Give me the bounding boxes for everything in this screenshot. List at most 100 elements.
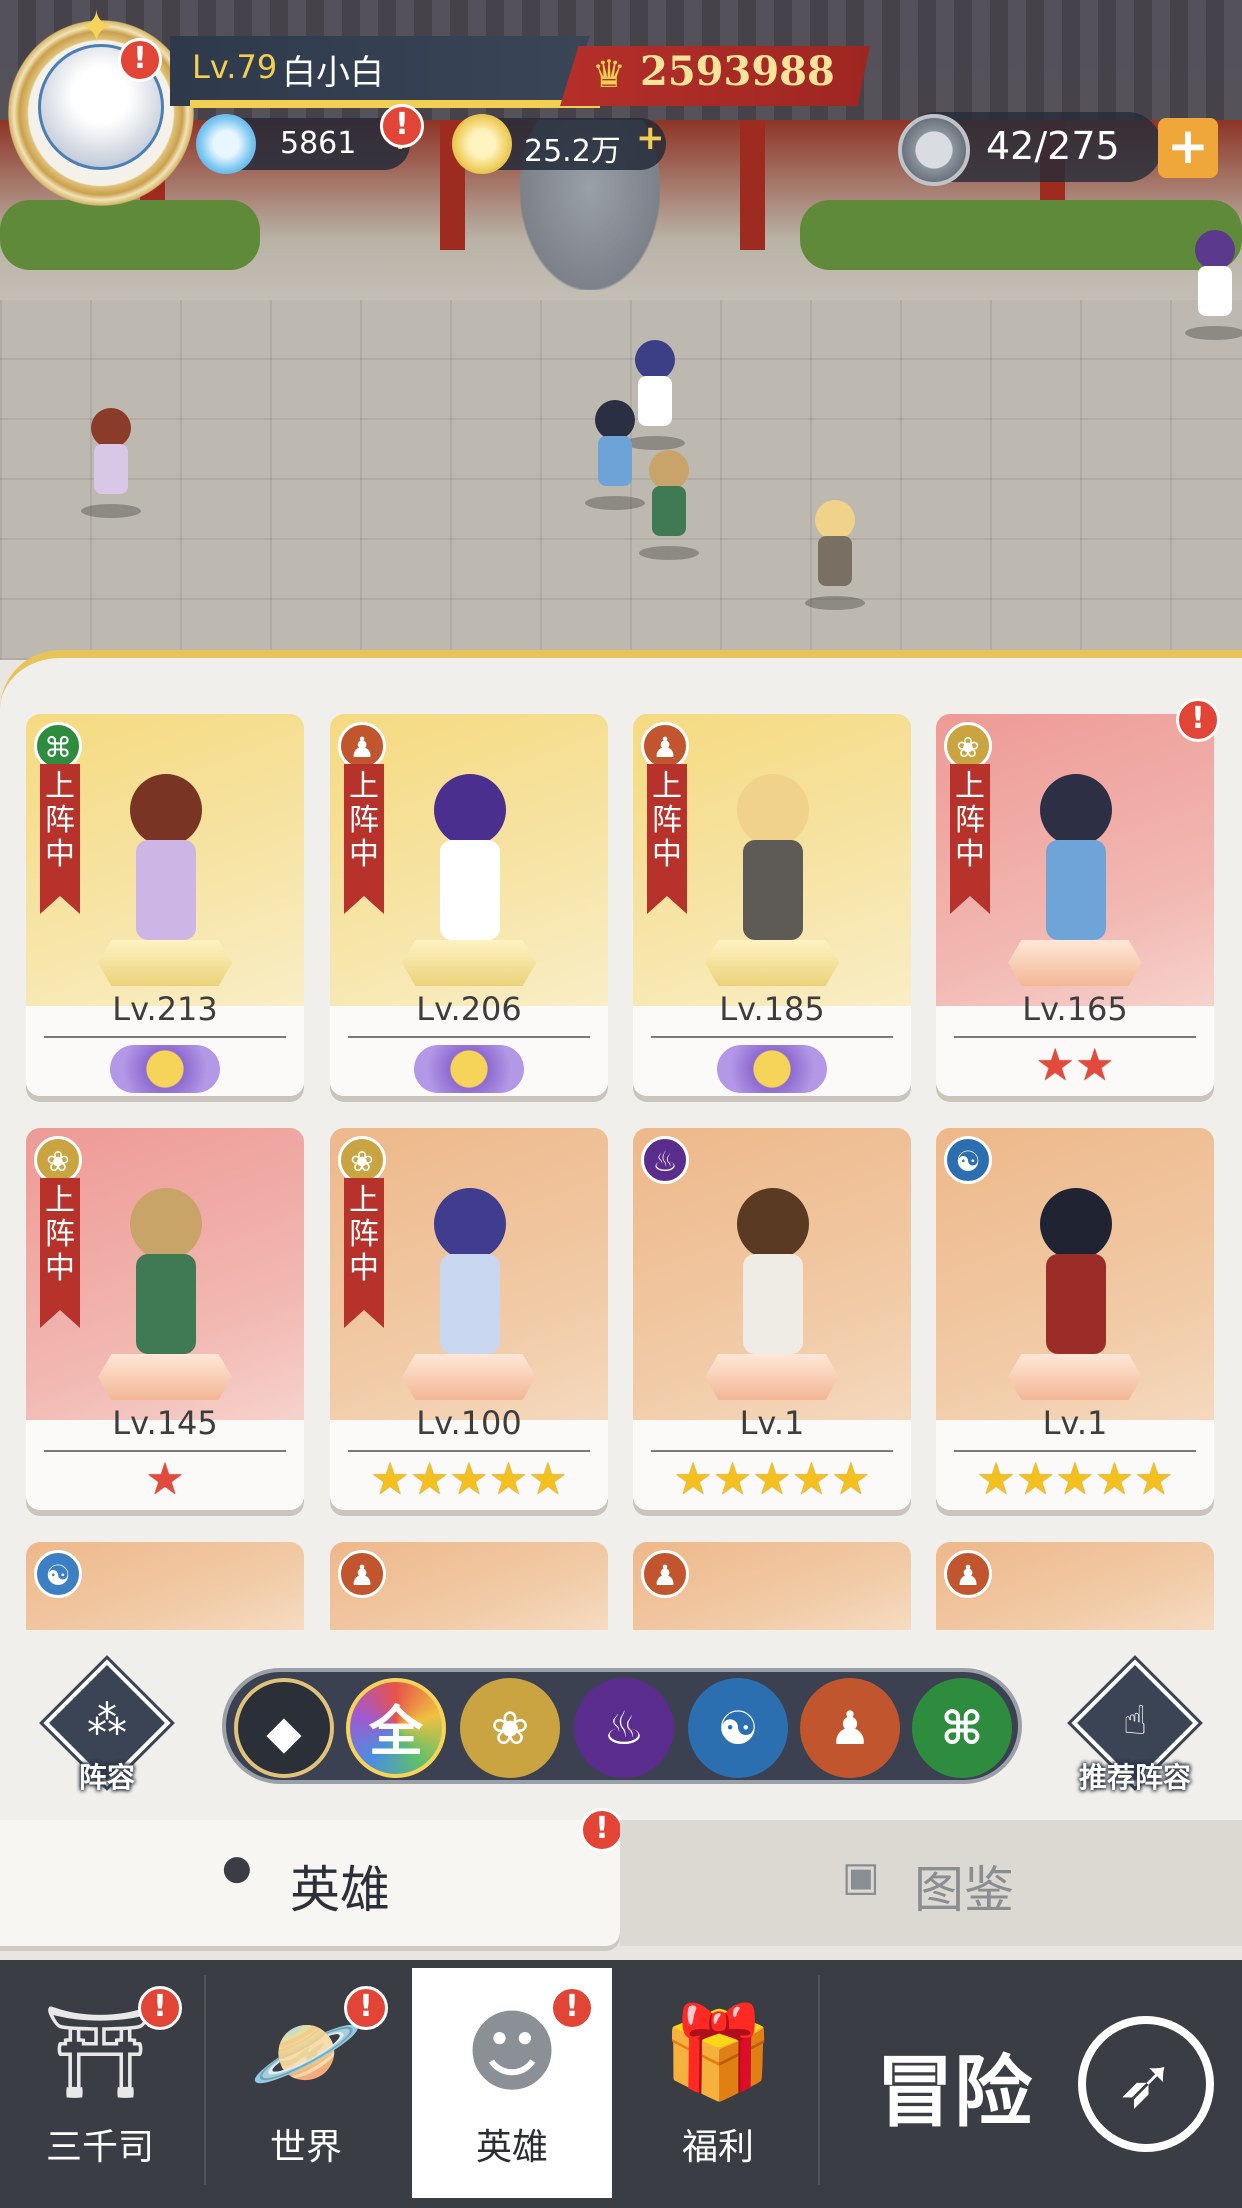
tab-codex[interactable]: ▣ 图鉴 bbox=[620, 1820, 1242, 1946]
filter-meditation-button[interactable]: ♟ bbox=[800, 1678, 900, 1778]
scene-character bbox=[800, 500, 870, 610]
rank-crest: ✦ bbox=[26, 1040, 304, 1093]
alert-badge: ! bbox=[580, 1808, 624, 1852]
hero-level: Lv.165 bbox=[1022, 990, 1128, 1028]
diamond-icon bbox=[196, 114, 256, 174]
divider bbox=[348, 1450, 590, 1452]
divider bbox=[651, 1036, 893, 1038]
meditation-icon: ♟ bbox=[338, 1550, 386, 1598]
hero-level: Lv.1 bbox=[1042, 1404, 1108, 1442]
hero-card[interactable]: ❀ 上阵中 Lv.145 ★ bbox=[26, 1128, 304, 1510]
hero-pedestal bbox=[1008, 940, 1142, 986]
hero-pedestal bbox=[705, 1354, 839, 1400]
dna-icon: ⌘ bbox=[34, 722, 82, 770]
alert-badge: ! bbox=[1176, 698, 1220, 742]
filter-yin-yang-button[interactable]: ☯ bbox=[688, 1678, 788, 1778]
hero-pedestal bbox=[1008, 1354, 1142, 1400]
gold-coin-icon bbox=[452, 114, 512, 174]
player-level: Lv.79 bbox=[192, 48, 278, 86]
star-rating: ★★★★★ bbox=[976, 1454, 1174, 1505]
star-rating: ★★★★★ bbox=[673, 1454, 871, 1505]
crest-icon: ✦ bbox=[414, 1045, 524, 1093]
filter-diamond-button[interactable]: ◆ bbox=[234, 1678, 334, 1778]
alert-badge: ! bbox=[380, 104, 424, 148]
nav-adventure-label: 冒险 bbox=[876, 2048, 1033, 2138]
hero-card-partial[interactable]: ☯ bbox=[26, 1542, 304, 1630]
lineup-label: 阵容 bbox=[78, 1761, 135, 1794]
thumbs-up-icon: ☝ bbox=[1122, 1698, 1148, 1744]
divider bbox=[954, 1450, 1196, 1452]
hero-card[interactable]: ♨ Lv.1 ★★★★★ bbox=[633, 1128, 911, 1510]
tab-heroes-label: 英雄 bbox=[290, 1861, 390, 1919]
yin-yang-icon: ☯ bbox=[944, 1136, 992, 1184]
hero-level: Lv.145 bbox=[112, 1404, 218, 1442]
hero-card[interactable]: ❀ 上阵中 Lv.100 ★★★★★ bbox=[330, 1128, 608, 1510]
meditation-icon: ♟ bbox=[944, 1550, 992, 1598]
nav-sanqiansi-label: 三千司 bbox=[45, 2127, 154, 2168]
nav-welfare[interactable]: 🎁 福利 bbox=[618, 1968, 818, 2198]
combat-power: 2593988 bbox=[640, 48, 835, 95]
divider bbox=[954, 1036, 1196, 1038]
rank-crest: ✦ bbox=[633, 1040, 911, 1093]
add-energy-button[interactable]: + bbox=[1158, 118, 1218, 178]
hero-card[interactable]: ❀ 上阵中 Lv.165 ★★ bbox=[936, 714, 1214, 1096]
hero-card[interactable]: ⌘ 上阵中 Lv.213 ✦ bbox=[26, 714, 304, 1096]
scene-character bbox=[1180, 230, 1242, 340]
hero-portrait bbox=[106, 1188, 226, 1358]
alert-badge: ! bbox=[118, 38, 162, 82]
hero-portrait bbox=[713, 1188, 833, 1358]
deployed-ribbon: 上阵中 bbox=[40, 764, 80, 914]
recommend-lineup-button[interactable]: ☝ 推荐阵容 bbox=[1070, 1659, 1200, 1804]
hero-level: Lv.206 bbox=[416, 990, 522, 1028]
hero-card-partial[interactable]: ♟ bbox=[330, 1542, 608, 1630]
hero-card-partial[interactable]: ♟ bbox=[633, 1542, 911, 1630]
hero-level: Lv.213 bbox=[112, 990, 218, 1028]
star-rating: ★ bbox=[145, 1454, 185, 1505]
lotus-icon: ❀ bbox=[338, 1136, 386, 1184]
hero-card[interactable]: ☯ Lv.1 ★★★★★ bbox=[936, 1128, 1214, 1510]
alert-badge: ! bbox=[344, 1986, 388, 2030]
crest-icon: ✦ bbox=[717, 1045, 827, 1093]
hero-pedestal bbox=[98, 940, 232, 986]
scene-character bbox=[634, 450, 704, 560]
rank-crest: ✦ bbox=[330, 1040, 608, 1093]
lineup-button[interactable]: ⁂ 阵容 bbox=[42, 1659, 172, 1804]
tab-heroes[interactable]: ● 英雄 bbox=[0, 1820, 620, 1946]
lotus-icon: ❀ bbox=[34, 1136, 82, 1184]
nav-world-label: 世界 bbox=[269, 2127, 342, 2168]
deployed-ribbon: 上阵中 bbox=[344, 1178, 384, 1328]
hero-card[interactable]: ♟ 上阵中 Lv.185 ✦ bbox=[633, 714, 911, 1096]
filter-dna-button[interactable]: ⌘ bbox=[912, 1678, 1012, 1778]
filter-lotus-button[interactable]: ❀ bbox=[460, 1678, 560, 1778]
hero-portrait bbox=[410, 774, 530, 944]
book-icon: ▣ bbox=[842, 1854, 880, 1900]
hero-portrait bbox=[1016, 774, 1136, 944]
hero-level: Lv.1 bbox=[739, 1404, 805, 1442]
tab-codex-label: 图鉴 bbox=[914, 1861, 1014, 1919]
filter-all-button[interactable]: 全 bbox=[346, 1678, 446, 1778]
hero-card-partial[interactable]: ♟ bbox=[936, 1542, 1214, 1630]
hedge bbox=[0, 200, 260, 270]
scene-character bbox=[76, 408, 146, 518]
hedge bbox=[800, 200, 1242, 270]
filter-flame-button[interactable]: ♨ bbox=[574, 1678, 674, 1778]
lotus-icon: ❀ bbox=[944, 722, 992, 770]
hero-card[interactable]: ♟ 上阵中 Lv.206 ✦ bbox=[330, 714, 608, 1096]
hero-pedestal bbox=[98, 1354, 232, 1400]
meditation-icon: ♟ bbox=[338, 722, 386, 770]
deployed-ribbon: 上阵中 bbox=[40, 1178, 80, 1328]
power-icon: ♛ bbox=[592, 52, 627, 96]
energy-count: 42/275 bbox=[986, 124, 1120, 168]
hero-pedestal bbox=[402, 940, 536, 986]
crest-icon: ✦ bbox=[110, 1045, 220, 1093]
gold-count: 25.2万 bbox=[524, 134, 621, 169]
meditation-icon: ♟ bbox=[641, 1550, 689, 1598]
hero-portrait bbox=[1016, 1188, 1136, 1358]
hero-level: Lv.185 bbox=[719, 990, 825, 1028]
add-gold-button[interactable]: + bbox=[636, 118, 665, 158]
recommend-lineup-label: 推荐阵容 bbox=[1078, 1761, 1191, 1794]
flame-icon: ♨ bbox=[641, 1136, 689, 1184]
meditation-icon: ♟ bbox=[641, 722, 689, 770]
nav-adventure[interactable]: 冒险 ➶ bbox=[820, 1968, 1242, 2198]
divider bbox=[44, 1450, 286, 1452]
